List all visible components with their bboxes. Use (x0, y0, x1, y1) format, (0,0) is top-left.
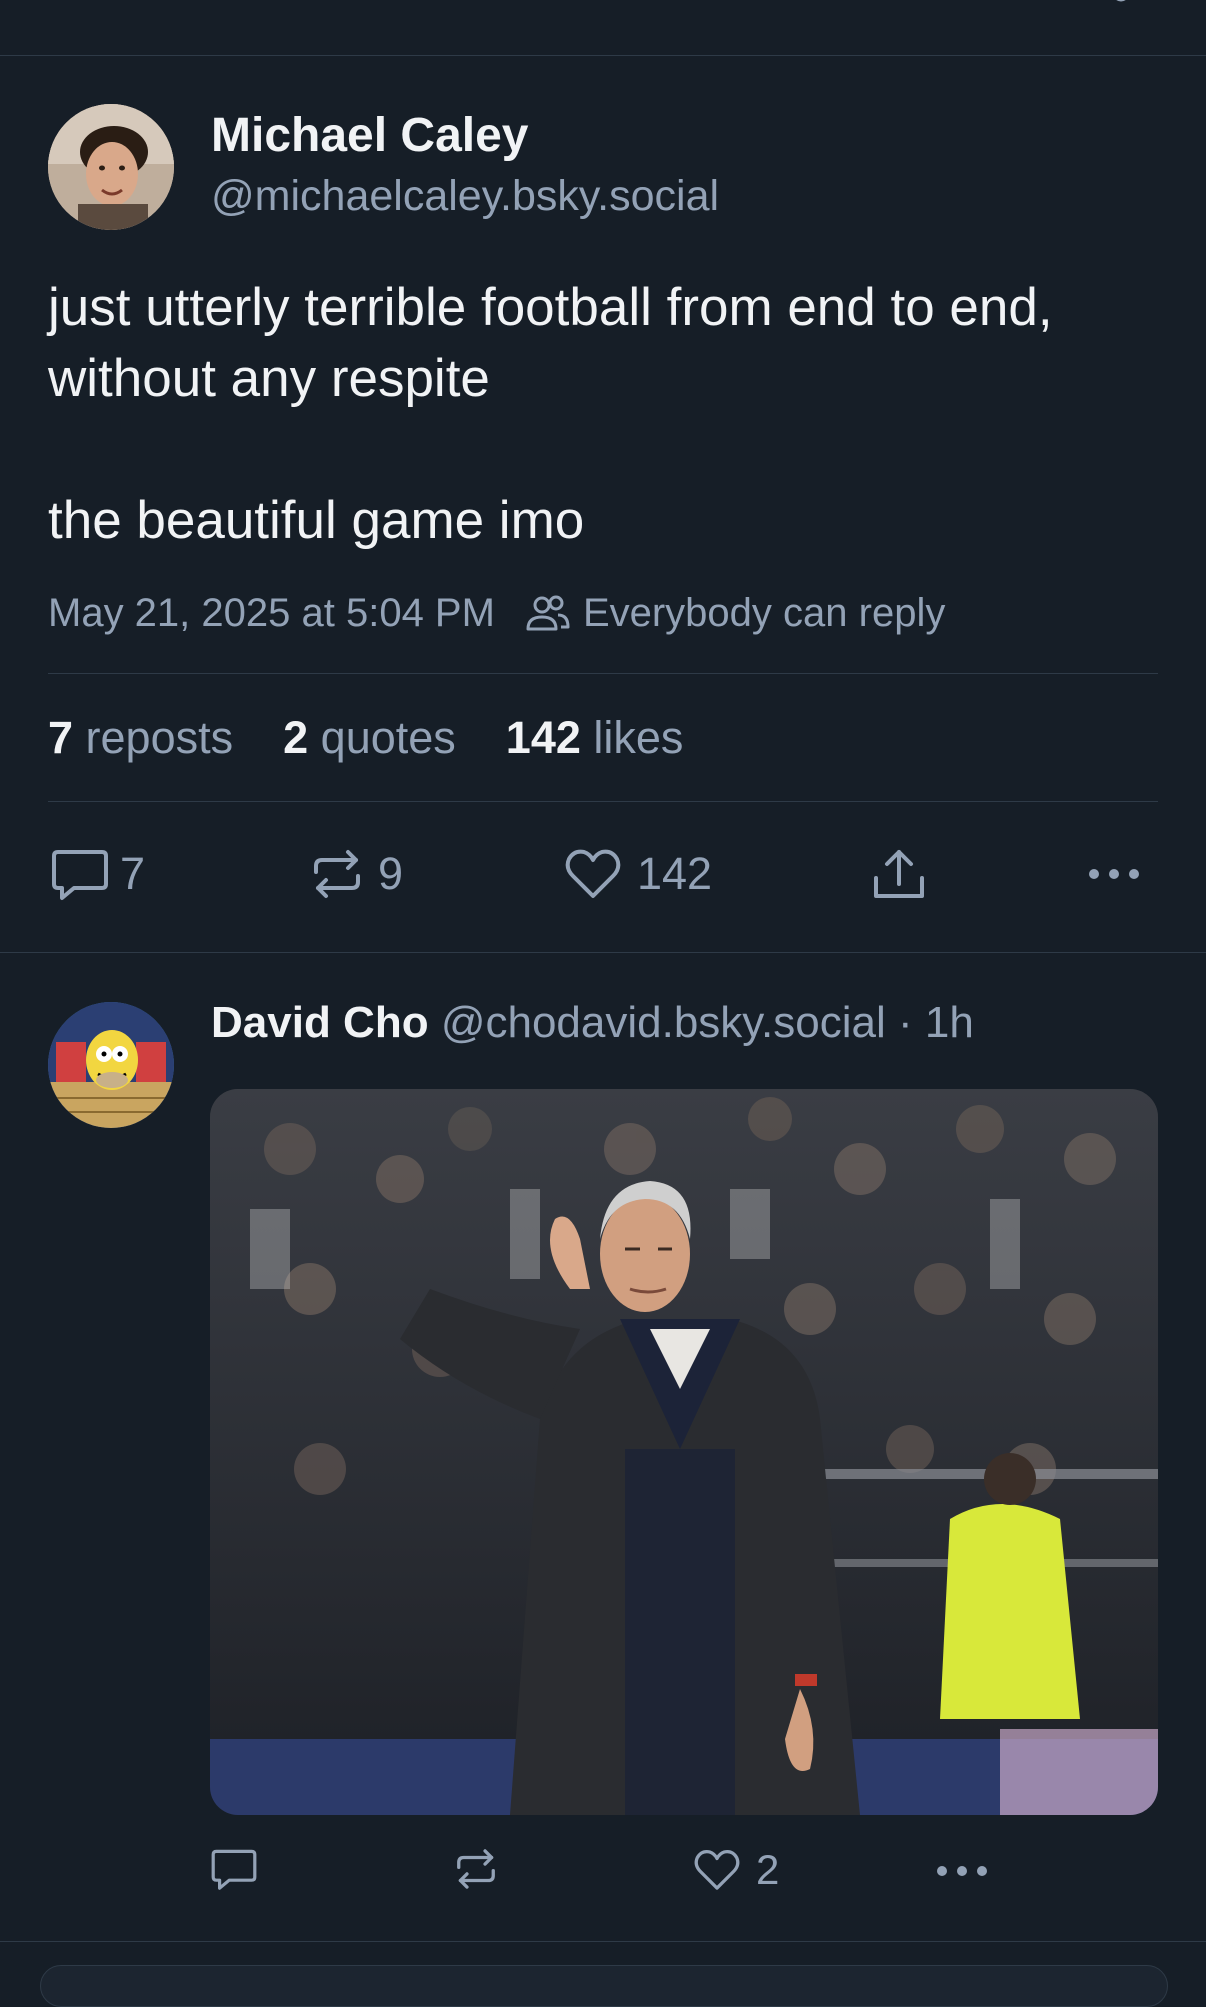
post-divider (0, 952, 1206, 953)
like-count: 142 (637, 848, 713, 899)
top-bar (0, 0, 1206, 56)
reply-author-avatar[interactable] (48, 1002, 174, 1128)
reply-count: 7 (120, 848, 146, 899)
divider (48, 673, 1158, 674)
likes-stat[interactable]: 142 likes (506, 712, 684, 764)
heart-icon (565, 849, 621, 898)
more-button[interactable] (1086, 856, 1142, 892)
post-text-line: the beautiful game imo (48, 491, 585, 550)
engagement-stats: 7 reposts 2 quotes 142 likes (48, 710, 733, 766)
heart-icon (694, 1850, 740, 1890)
reply-post-like-count: 2 (756, 1846, 780, 1893)
post-meta: May 21, 2025 at 5:04 PM Everybody can re… (48, 588, 945, 638)
reply-author-handle[interactable]: @chodavid.bsky.social (441, 998, 886, 1047)
reply-button[interactable]: 7 (50, 846, 145, 902)
reply-image[interactable] (210, 1089, 1158, 1815)
repost-button[interactable]: 9 (308, 846, 403, 902)
people-icon (526, 595, 570, 631)
divider (48, 801, 1158, 802)
post-divider (0, 1941, 1206, 1942)
author-handle[interactable]: @michaelcaley.bsky.social (211, 172, 719, 221)
separator-dot: · (898, 998, 913, 1047)
author-avatar[interactable] (48, 104, 174, 230)
chat-bubble-icon (52, 850, 108, 900)
more-dots-icon (937, 1866, 987, 1876)
quotes-stat[interactable]: 2 quotes (283, 712, 456, 764)
repost-arrows-icon (314, 850, 360, 898)
reply-post-reply-button[interactable] (210, 1846, 258, 1892)
more-dots-icon (1089, 869, 1139, 879)
post-timestamp: May 21, 2025 at 5:04 PM (48, 590, 495, 635)
composer-bar[interactable] (40, 1965, 1168, 2007)
reply-post-like-button[interactable]: 2 (692, 1846, 779, 1894)
reply-header: David Cho @chodavid.bsky.social · 1h (211, 998, 974, 1048)
repost-count: 9 (378, 848, 404, 899)
author-name[interactable]: Michael Caley (211, 108, 528, 163)
post-text: just utterly terrible football from end … (48, 272, 1158, 556)
reply-setting[interactable]: Everybody can reply (583, 591, 945, 636)
share-upload-icon (874, 850, 924, 898)
share-button[interactable] (870, 846, 928, 904)
reply-post-more-button[interactable] (934, 1856, 990, 1886)
reply-author-name[interactable]: David Cho (211, 998, 429, 1047)
reply-post-repost-button[interactable] (452, 1846, 500, 1892)
repost-arrows-icon (457, 1849, 495, 1889)
post-text-line: just utterly terrible football from end … (48, 278, 1053, 408)
like-button[interactable]: 142 (563, 846, 712, 902)
partial-icon (1116, 0, 1126, 2)
reposts-stat[interactable]: 7 reposts (48, 712, 233, 764)
chat-bubble-icon (211, 1849, 257, 1890)
reply-time[interactable]: 1h (925, 998, 974, 1047)
